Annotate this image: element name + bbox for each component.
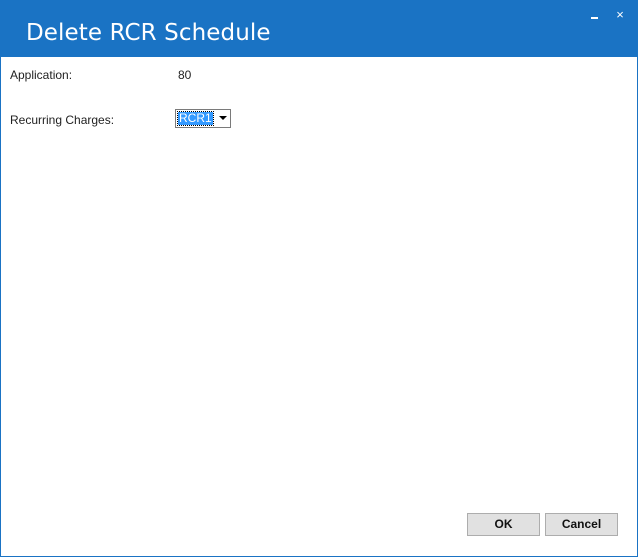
cancel-button[interactable]: Cancel — [545, 513, 618, 536]
recurring-charges-label: Recurring Charges: — [10, 113, 115, 127]
close-icon: × — [616, 7, 624, 22]
application-label: Application: — [10, 68, 73, 82]
chevron-down-icon[interactable] — [219, 116, 227, 120]
close-button[interactable]: × — [612, 7, 628, 23]
dialog-window: Delete RCR Schedule × Application: 80 Re… — [0, 0, 638, 557]
dialog-title: Delete RCR Schedule — [26, 20, 271, 46]
application-value: 80 — [178, 68, 192, 82]
minimize-button[interactable] — [587, 7, 603, 23]
minimize-icon — [591, 17, 598, 19]
title-bar[interactable]: Delete RCR Schedule × — [1, 1, 637, 57]
recurring-charges-selected-value: RCR1 — [177, 111, 214, 126]
ok-button[interactable]: OK — [467, 513, 540, 536]
recurring-charges-dropdown[interactable]: RCR1 — [175, 109, 231, 128]
